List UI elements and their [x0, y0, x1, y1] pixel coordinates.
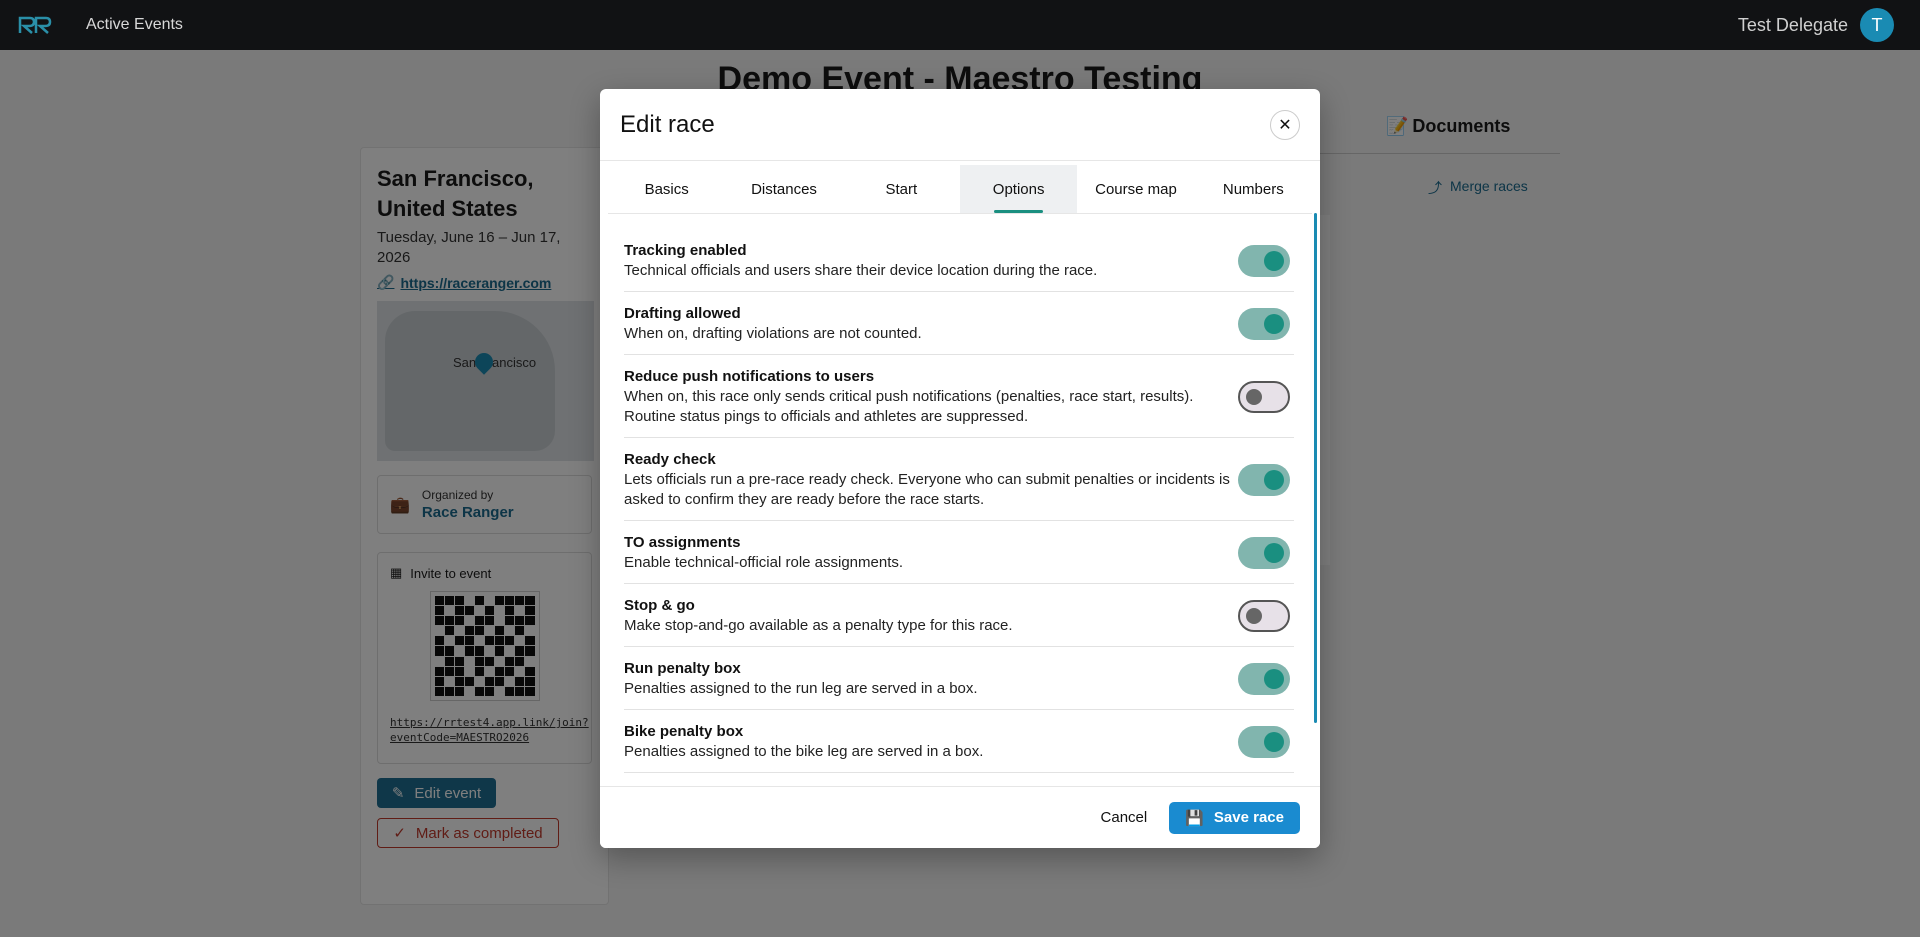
save-icon: 💾 [1185, 809, 1204, 827]
option-title: TO assignments [624, 534, 741, 551]
option-title: Drafting allowed [624, 305, 741, 322]
to-assignments-toggle[interactable] [1238, 537, 1290, 569]
tab-options[interactable]: Options [959, 165, 1078, 213]
options-list: Tracking enabled Technical officials and… [624, 229, 1294, 774]
option-title: Tracking enabled [624, 242, 747, 259]
run-penalty-box-toggle[interactable] [1238, 663, 1290, 695]
close-button[interactable]: ✕ [1270, 109, 1300, 140]
option-title: Stop & go [624, 597, 695, 614]
option-description: When on, this race only sends critical p… [624, 388, 1194, 425]
tab-basics[interactable]: Basics [608, 165, 725, 213]
option-title: Reduce push notifications to users [624, 368, 875, 385]
save-race-button[interactable]: 💾 Save race [1169, 801, 1300, 834]
tab-course-map[interactable]: Course map [1077, 165, 1194, 213]
user-name[interactable]: Test Delegate [1738, 15, 1848, 36]
option-run-penalty-box: Run penalty box Penalties assigned to th… [624, 647, 1294, 710]
modal-footer: Cancel 💾 Save race [600, 786, 1320, 848]
drafting-toggle[interactable] [1238, 308, 1290, 340]
reduce-notifications-toggle[interactable] [1238, 381, 1290, 413]
option-description: Penalties assigned to the bike leg are s… [624, 743, 984, 760]
tab-distances[interactable]: Distances [725, 165, 842, 213]
ready-check-toggle[interactable] [1238, 464, 1290, 496]
tab-numbers[interactable]: Numbers [1195, 165, 1312, 213]
modal-title: Edit race [620, 110, 715, 138]
stop-and-go-toggle[interactable] [1238, 600, 1290, 632]
option-description: Technical officials and users share thei… [624, 262, 1098, 279]
nav-active-events[interactable]: Active Events [86, 16, 183, 34]
option-description: When on, drafting violations are not cou… [624, 325, 922, 342]
tracking-toggle[interactable] [1238, 245, 1290, 277]
option-title: Run penalty box [624, 660, 741, 677]
option-title: Bike penalty box [624, 723, 744, 740]
cancel-button[interactable]: Cancel [1101, 809, 1148, 826]
modal-tabs: Basics Distances Start Options Course ma… [608, 165, 1312, 214]
bike-penalty-box-toggle[interactable] [1238, 726, 1290, 758]
option-description: Enable technical-official role assignmen… [624, 554, 904, 571]
option-description: Penalties assigned to the run leg are se… [624, 680, 978, 697]
option-title: Ready check [624, 451, 716, 468]
tab-start[interactable]: Start [843, 165, 960, 213]
race-ranger-logo[interactable] [16, 13, 56, 37]
scrollbar[interactable] [1314, 213, 1317, 723]
option-reduce-push-notifications: Reduce push notifications to users When … [624, 355, 1294, 438]
top-navbar: Active Events Test Delegate T [0, 0, 1920, 50]
modal-header: Edit race ✕ [600, 89, 1320, 161]
user-menu[interactable]: Test Delegate T [1738, 8, 1894, 42]
edit-race-modal: Edit race ✕ Basics Distances Start Optio… [600, 89, 1320, 848]
option-description: Make stop-and-go available as a penalty … [624, 617, 1013, 634]
option-to-assignments: TO assignments Enable technical-official… [624, 521, 1294, 584]
option-drafting-allowed: Drafting allowed When on, drafting viola… [624, 292, 1294, 355]
save-race-label: Save race [1213, 809, 1284, 826]
avatar[interactable]: T [1860, 8, 1894, 42]
option-stop-and-go: Stop & go Make stop-and-go available as … [624, 584, 1294, 647]
close-icon: ✕ [1278, 116, 1292, 134]
option-description: Lets officials run a pre-race ready chec… [624, 471, 1230, 508]
option-ready-check: Ready check Lets officials run a pre-rac… [624, 438, 1294, 521]
option-tracking-enabled: Tracking enabled Technical officials and… [624, 229, 1294, 292]
option-bike-penalty-box: Bike penalty box Penalties assigned to t… [624, 710, 1294, 773]
